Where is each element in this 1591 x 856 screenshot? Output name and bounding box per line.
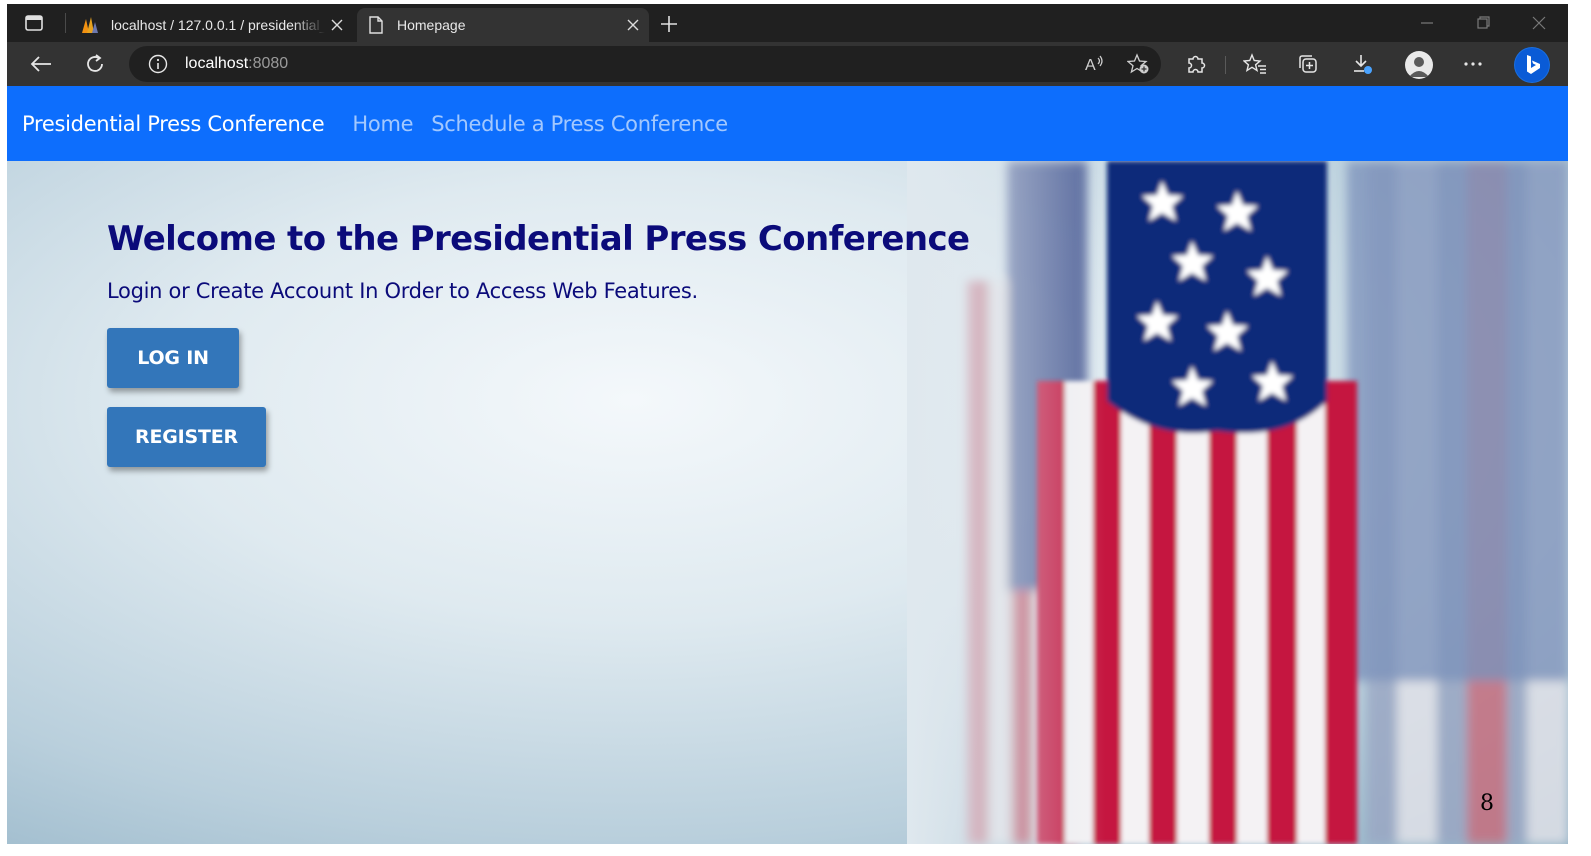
- hero-subtitle: Login or Create Account In Order to Acce…: [107, 279, 698, 303]
- navbar-brand[interactable]: Presidential Press Conference: [22, 112, 325, 136]
- tab-actions-icon[interactable]: [23, 13, 45, 33]
- close-tab-icon[interactable]: [621, 13, 645, 37]
- downloads-icon[interactable]: [1348, 51, 1376, 77]
- nav-link-schedule[interactable]: Schedule a Press Conference: [431, 112, 728, 136]
- new-tab-icon[interactable]: [657, 12, 681, 36]
- register-button[interactable]: REGISTER: [107, 407, 266, 467]
- site-navbar: Presidential Press Conference Home Sched…: [7, 86, 1568, 161]
- web-page: Presidential Press Conference Home Sched…: [7, 86, 1568, 844]
- toolbar-separator: [1225, 56, 1226, 74]
- login-button[interactable]: LOG IN: [107, 328, 239, 388]
- close-window-icon[interactable]: [1527, 12, 1551, 34]
- tab-phpmyadmin[interactable]: localhost / 127.0.0.1 / presidential_pre…: [71, 8, 353, 42]
- bing-icon[interactable]: [1514, 47, 1550, 83]
- browser-toolbar: localhost:8080 A: [7, 42, 1568, 86]
- extensions-icon[interactable]: [1182, 51, 1210, 77]
- info-icon[interactable]: [147, 53, 169, 75]
- tab-homepage[interactable]: Homepage: [357, 8, 649, 42]
- address-bar[interactable]: localhost:8080 A: [129, 46, 1161, 82]
- page-number: 8: [1480, 791, 1494, 816]
- tab-title: Homepage: [397, 17, 466, 33]
- back-icon[interactable]: [27, 51, 55, 77]
- url-port: :8080: [248, 55, 289, 72]
- phpmyadmin-icon: [79, 14, 101, 36]
- svg-text:A: A: [1085, 57, 1096, 74]
- close-tab-icon[interactable]: [325, 13, 349, 37]
- flag-background-image: [907, 161, 1568, 844]
- minimize-icon[interactable]: [1415, 12, 1439, 34]
- hero-title: Welcome to the Presidential Press Confer…: [107, 219, 970, 259]
- restore-icon[interactable]: [1471, 12, 1495, 34]
- hero-section: Welcome to the Presidential Press Confer…: [7, 161, 1568, 844]
- page-icon: [365, 14, 387, 36]
- nav-link-home[interactable]: Home: [352, 112, 413, 136]
- more-icon[interactable]: [1459, 51, 1487, 77]
- refresh-icon[interactable]: [81, 51, 109, 77]
- url-host: localhost: [185, 55, 249, 72]
- browser-window: localhost / 127.0.0.1 / presidential_pre…: [7, 4, 1568, 844]
- read-aloud-icon[interactable]: A: [1083, 52, 1107, 76]
- profile-icon[interactable]: [1405, 51, 1433, 79]
- tab-title: localhost / 127.0.0.1 / presidential_pre…: [111, 17, 325, 33]
- favorites-icon[interactable]: [1241, 51, 1269, 77]
- collections-icon[interactable]: [1294, 51, 1322, 77]
- tab-strip: localhost / 127.0.0.1 / presidential_pre…: [7, 4, 1568, 42]
- tab-separator: [65, 13, 66, 33]
- add-favorite-icon[interactable]: [1127, 52, 1151, 76]
